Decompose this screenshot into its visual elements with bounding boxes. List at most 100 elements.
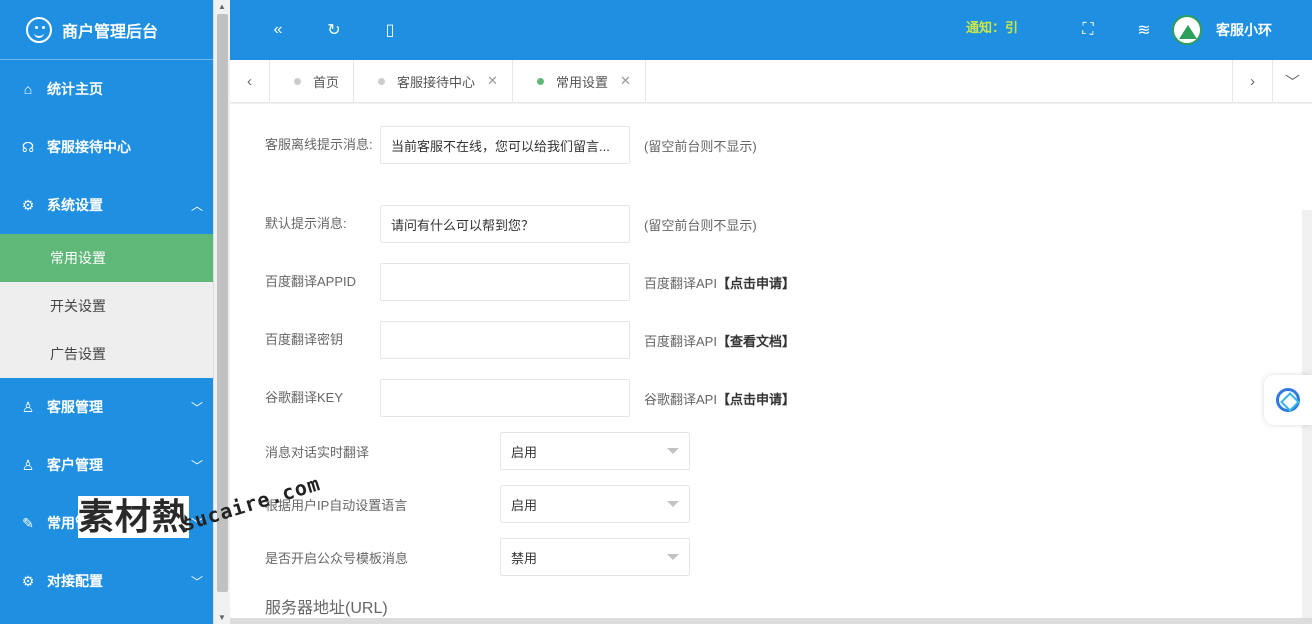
refresh-button[interactable]: ↻	[306, 0, 362, 60]
theme-button[interactable]: ≋	[1116, 0, 1172, 60]
sidebar-item-label: 对接配置	[47, 573, 103, 589]
users-icon: ♙	[21, 456, 35, 473]
sidebar-item-label: 统计主页	[47, 81, 103, 97]
logo[interactable]: 商户管理后台	[0, 0, 213, 60]
tab-dot	[294, 77, 301, 85]
server-url-section-title: 服务器地址(URL)	[265, 600, 388, 617]
collapse-sidebar-button[interactable]: «	[250, 0, 306, 60]
scroll-down-icon[interactable]: ▼	[218, 613, 226, 622]
caret-down-icon	[667, 448, 679, 454]
sidebar-item-label: 客服管理	[47, 399, 103, 415]
phone-icon: ▯	[385, 22, 395, 39]
baidu-secret-input[interactable]	[380, 321, 630, 359]
edit-icon: ✎	[22, 514, 34, 531]
chevron-down-icon: ﹀	[190, 458, 203, 473]
chevron-up-icon: ︿	[190, 198, 203, 213]
sidebar-item-system-settings[interactable]: ⚙ 系统设置 ︿	[0, 176, 213, 234]
tab-home[interactable]: 首页	[270, 59, 355, 103]
default-message-input[interactable]: 请问有什么可以帮到您？	[380, 205, 630, 243]
user-icon: ♙	[21, 398, 35, 415]
gear-icon: ⚙	[21, 196, 35, 213]
tab-scroll-right-button[interactable]: ›	[1232, 60, 1272, 103]
tab-bar: ‹ 首页 客服接待中心 ✕ 常用设置 ✕ › ﹀	[230, 59, 1312, 103]
baidu-secret-row: 百度翻译密钥 百度翻译API【查看文档】	[265, 321, 795, 359]
mobile-preview-button[interactable]: ▯	[362, 0, 418, 60]
apply-link[interactable]: 【点击申请】	[717, 276, 795, 291]
realtime-translate-select[interactable]: 启用	[500, 432, 690, 470]
google-key-hint: 谷歌翻译API【点击申请】	[644, 389, 795, 408]
avatar[interactable]	[1172, 15, 1202, 45]
sidebar-item-label: 系统设置	[47, 197, 103, 213]
baidu-appid-label: 百度翻译APPID	[265, 274, 357, 289]
sidebar-item-integration[interactable]: ⚙ 对接配置 ﹀	[0, 552, 213, 610]
google-key-input[interactable]	[380, 379, 630, 417]
sidebar-item-label: 客户管理	[47, 457, 103, 473]
chevron-down-icon: ﹀	[1284, 74, 1300, 91]
docs-link[interactable]: 【查看文档】	[717, 334, 795, 349]
google-key-label: 谷歌翻译KEY	[265, 390, 344, 405]
offline-message-input[interactable]: 当前客服不在线，您可以给我们留言...	[380, 126, 630, 164]
sidebar-item-dashboard[interactable]: ⌂ 统计主页	[0, 60, 213, 118]
sidebar-item-service-center[interactable]: ☊ 客服接待中心	[0, 118, 213, 176]
caret-down-icon	[667, 501, 679, 507]
home-icon: ⌂	[23, 81, 33, 97]
hint-prefix: 谷歌翻译API	[644, 391, 717, 407]
hint-prefix: 百度翻译API	[644, 333, 717, 349]
offline-message-label: 客服离线提示消息:	[265, 137, 373, 152]
smiley-logo-icon	[26, 16, 52, 43]
tab-label: 常用设置	[555, 74, 608, 90]
floating-service-button[interactable]	[1264, 375, 1312, 425]
tab-menu-button[interactable]: ﹀	[1272, 60, 1312, 103]
watermark-cn: 素材熱	[78, 496, 190, 538]
tab-service-center[interactable]: 客服接待中心 ✕	[354, 59, 513, 103]
default-message-hint: (留空前台则不显示)	[644, 217, 757, 233]
google-key-row: 谷歌翻译KEY 谷歌翻译API【点击申请】	[265, 379, 795, 417]
offline-message-row: 客服离线提示消息: 当前客服不在线，您可以给我们留言... (留空前台则不显示)	[265, 126, 757, 164]
fullscreen-icon: ⛶	[1082, 21, 1094, 38]
default-message-label: 默认提示消息:	[265, 216, 347, 231]
baidu-appid-hint: 百度翻译API【点击申请】	[644, 273, 795, 292]
horizontal-scrollbar[interactable]	[230, 618, 1312, 624]
realtime-translate-row: 消息对话实时翻译 启用	[265, 432, 690, 470]
wechat-template-row: 是否开启公众号模板消息 禁用	[265, 538, 690, 576]
auto-language-row: 根据用户IP自动设置语言 启用	[265, 485, 690, 523]
select-value: 禁用	[511, 550, 538, 566]
plug-icon: ⚙	[21, 572, 35, 589]
baidu-appid-row: 百度翻译APPID 百度翻译API【点击申请】	[265, 263, 795, 301]
chevron-down-icon: ﹀	[190, 400, 203, 415]
sidebar-scrollbar[interactable]: ▲ ▼	[213, 0, 230, 624]
username[interactable]: 客服小环	[1216, 20, 1272, 40]
scroll-up-icon[interactable]: ▲	[218, 2, 226, 11]
tab-scroll-left-button[interactable]: ‹	[230, 59, 270, 103]
sidebar-subitem-ad-settings[interactable]: 广告设置	[0, 330, 213, 378]
settings-form: 客服离线提示消息: 当前客服不在线，您可以给我们留言... (留空前台则不显示)…	[230, 104, 1312, 624]
tab-dot	[378, 77, 386, 85]
sidebar-subitem-common-settings[interactable]: 常用设置	[0, 234, 213, 282]
sidebar-item-customer-management[interactable]: ♙ 客户管理 ﹀	[0, 436, 213, 494]
close-icon[interactable]: ✕	[487, 73, 498, 89]
auto-language-select[interactable]: 启用	[500, 485, 690, 523]
select-value: 启用	[511, 497, 538, 513]
headset-icon: ☊	[21, 138, 35, 155]
baidu-secret-hint: 百度翻译API【查看文档】	[644, 331, 795, 350]
select-value: 启用	[511, 444, 538, 460]
sidebar-subitem-switch-settings[interactable]: 开关设置	[0, 282, 213, 330]
fullscreen-button[interactable]: ⛶	[1060, 0, 1116, 60]
baidu-appid-input[interactable]	[380, 263, 630, 301]
wechat-template-select[interactable]: 禁用	[500, 538, 690, 576]
offline-message-hint: (留空前台则不显示)	[644, 138, 757, 154]
chevron-right-icon: ›	[1250, 73, 1255, 90]
chevron-down-icon: ﹀	[190, 574, 203, 589]
system-settings-submenu: 常用设置 开关设置 广告设置	[0, 234, 213, 378]
tab-common-settings[interactable]: 常用设置 ✕	[513, 59, 646, 103]
sidebar-item-agent-management[interactable]: ♙ 客服管理 ﹀	[0, 378, 213, 436]
caret-down-icon	[667, 554, 679, 560]
close-icon[interactable]: ✕	[620, 73, 631, 89]
layers-icon: ≋	[1137, 22, 1151, 39]
refresh-icon: ↻	[327, 22, 341, 39]
double-chevron-left-icon: «	[273, 21, 283, 38]
hint-prefix: 百度翻译API	[644, 275, 717, 291]
apply-link[interactable]: 【点击申请】	[717, 392, 795, 407]
wechat-template-label: 是否开启公众号模板消息	[265, 550, 409, 566]
notice-text[interactable]: 通知：引	[966, 17, 1018, 36]
